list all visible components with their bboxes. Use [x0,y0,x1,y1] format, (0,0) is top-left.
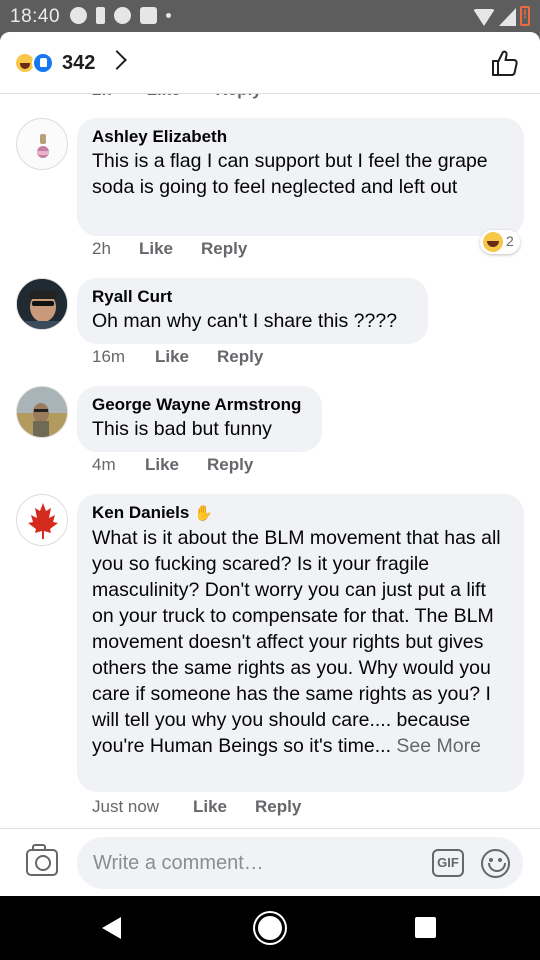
comment-author-name: Ken Daniels [92,503,190,522]
comment-input[interactable] [93,837,413,889]
comment-text: Oh man why can't I share this ???? [92,310,398,332]
avatar[interactable] [16,118,68,170]
system-icons [473,6,530,26]
like-button[interactable]: Like [155,347,217,367]
like-button[interactable]: Like [145,455,207,475]
phone-notification-icon [96,7,105,24]
comment-text: This is a flag I can support but I feel … [92,150,488,198]
back-icon[interactable] [102,917,121,939]
avatar[interactable] [16,494,68,546]
comment-input-wrapper: GIF [77,837,523,889]
reply-button[interactable]: Reply [201,239,247,259]
comment-time: Just now [92,797,160,816]
comment-text-body: What is it about the BLM movement that h… [92,527,501,757]
comments-sheet: 342 2h Like Reply Ashley Elizabeth This … [0,32,540,896]
maple-leaf-avatar-image [28,503,58,539]
avatar[interactable] [16,386,68,438]
emoji-icon[interactable] [481,849,510,878]
comment-bubble[interactable]: Ryall Curt Oh man why can't I share this… [77,278,428,344]
comment-author[interactable]: Ryall Curt [92,287,413,307]
reaction-summary[interactable] [14,52,58,74]
home-icon[interactable] [258,916,282,940]
like-outline-icon[interactable] [490,49,518,77]
status-bar: 18:40 [0,0,540,32]
wave-hand-icon: ✋ [194,505,213,522]
comment-actions: Just now Like Reply [92,797,301,817]
see-more-link[interactable]: See More [396,735,481,757]
avatar[interactable] [16,278,68,330]
avatar-image [37,134,49,158]
android-nav-bar [0,896,540,960]
comment-reaction-count: 2 [506,233,514,249]
comment-composer: GIF [0,828,540,896]
status-time: 18:40 [10,6,61,27]
app-notification-icon [114,7,131,24]
comment-reaction-badge[interactable]: 2 [480,230,520,254]
gif-icon[interactable]: GIF [432,849,464,877]
comment-time: 16m [92,347,126,366]
comment-time: 2h [92,239,111,258]
comment-actions: 4m Like Reply [92,455,253,475]
reaction-count[interactable]: 342 [62,52,95,75]
like-reaction-icon [32,52,54,74]
avatar-image [17,279,67,329]
comment-text: What is it about the BLM movement that h… [92,525,509,759]
like-button[interactable]: Like [193,797,255,817]
wifi-icon [473,9,495,26]
chevron-right-icon[interactable] [107,50,127,70]
comment-author[interactable]: George Wayne Armstrong [92,395,307,415]
comment-bubble[interactable]: Ken Daniels ✋ What is it about the BLM m… [77,494,524,792]
reply-button[interactable]: Reply [255,797,301,817]
comment-time: 4m [92,455,116,474]
reply-button[interactable]: Reply [217,347,263,367]
haha-icon [483,232,503,252]
camera-icon[interactable] [26,844,58,876]
facebook-notification-icon [70,7,87,24]
battery-low-icon [520,6,530,26]
comment-actions: 2h Like Reply [92,239,247,259]
comment-author[interactable]: Ashley Elizabeth [92,127,509,147]
reactions-header: 342 [0,32,540,94]
comment-author[interactable]: Ken Daniels ✋ [92,503,509,524]
like-button[interactable]: Like [139,239,201,259]
recent-apps-icon[interactable] [415,917,436,938]
reply-button[interactable]: Reply [207,455,253,475]
comment-actions: 16m Like Reply [92,347,263,367]
signal-icon [499,8,516,26]
comment-bubble[interactable]: Ashley Elizabeth This is a flag I can su… [77,118,524,236]
comment-text: This is bad but funny [92,418,272,440]
more-notifications-dot-icon [166,13,171,18]
avatar-image [17,387,67,437]
gallery-notification-icon [140,7,157,24]
comment-bubble[interactable]: George Wayne Armstrong This is bad but f… [77,386,322,452]
notification-icons [70,7,171,24]
